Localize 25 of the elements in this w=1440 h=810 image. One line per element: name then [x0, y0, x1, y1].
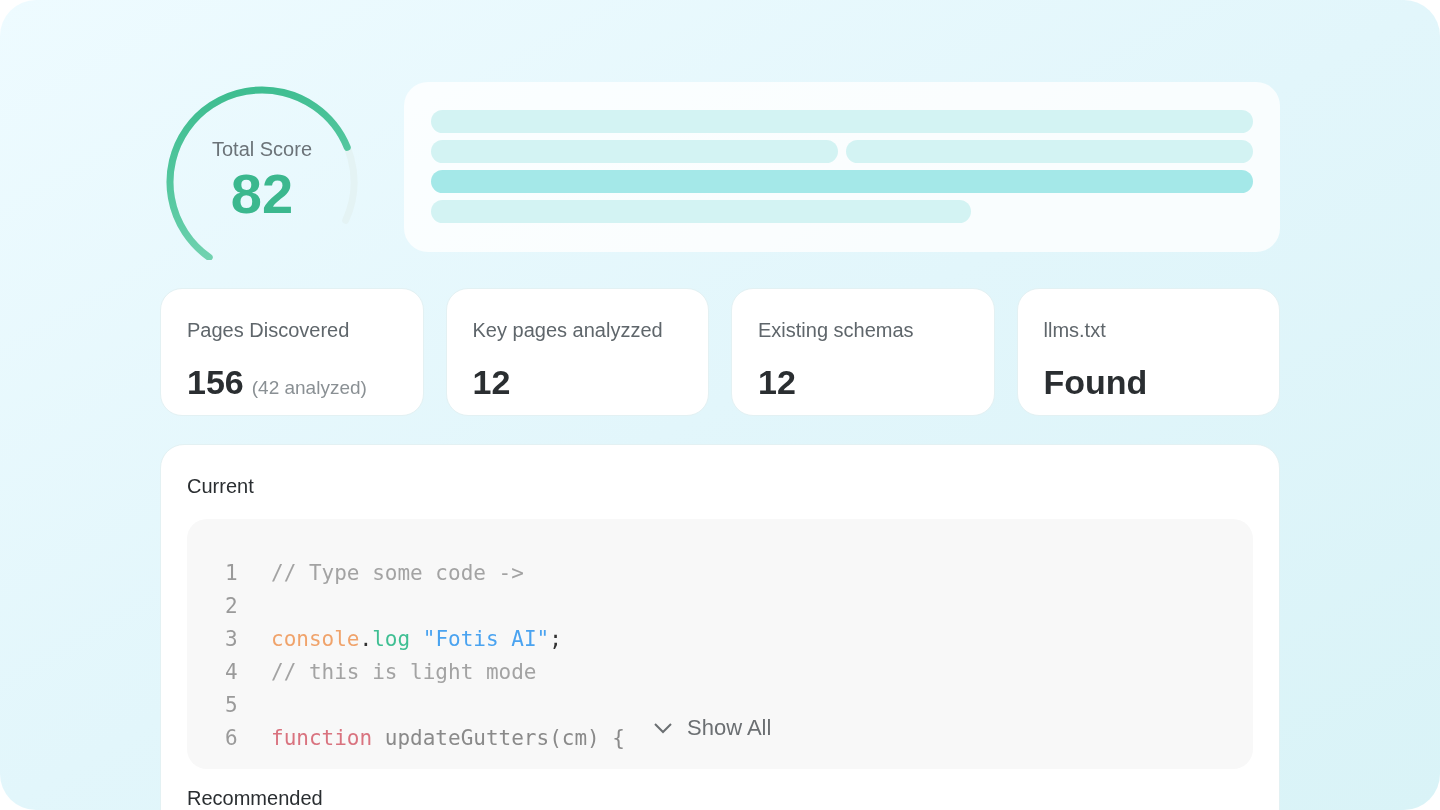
line-number: 4 [225, 658, 239, 686]
score-value: 82 [230, 164, 294, 224]
stat-label: llms.txt [1043, 318, 1107, 343]
stat-label: Existing schemas [758, 318, 915, 343]
line-number: 3 [225, 625, 239, 653]
stat-label: Pages Discovered [187, 318, 351, 343]
chevron-down-icon [653, 721, 673, 734]
score-label: Total Score [211, 137, 313, 162]
stat-note: (42 analyzed) [251, 376, 367, 400]
stat-label: Key pages analyzzed [472, 318, 664, 343]
line-number: 6 [225, 724, 239, 752]
stat-value: 12 [758, 362, 796, 403]
line-number: 2 [225, 592, 239, 620]
stat-value: 12 [472, 362, 511, 403]
line-number: 1 [225, 559, 239, 587]
code-line: // Type some code -> [271, 559, 524, 587]
section-title: Current [187, 474, 255, 499]
code-line: console.log "Fotis AI"; [271, 625, 562, 653]
show-all-button[interactable]: Show All [653, 711, 772, 744]
stat-value: 156 [187, 362, 244, 403]
code-line: function updateGutters(cm) { [271, 724, 626, 752]
section-title: Recommended [187, 786, 324, 810]
line-number: 5 [225, 691, 239, 719]
code-line: // this is light mode [271, 658, 537, 686]
stat-value: Found [1043, 362, 1148, 403]
